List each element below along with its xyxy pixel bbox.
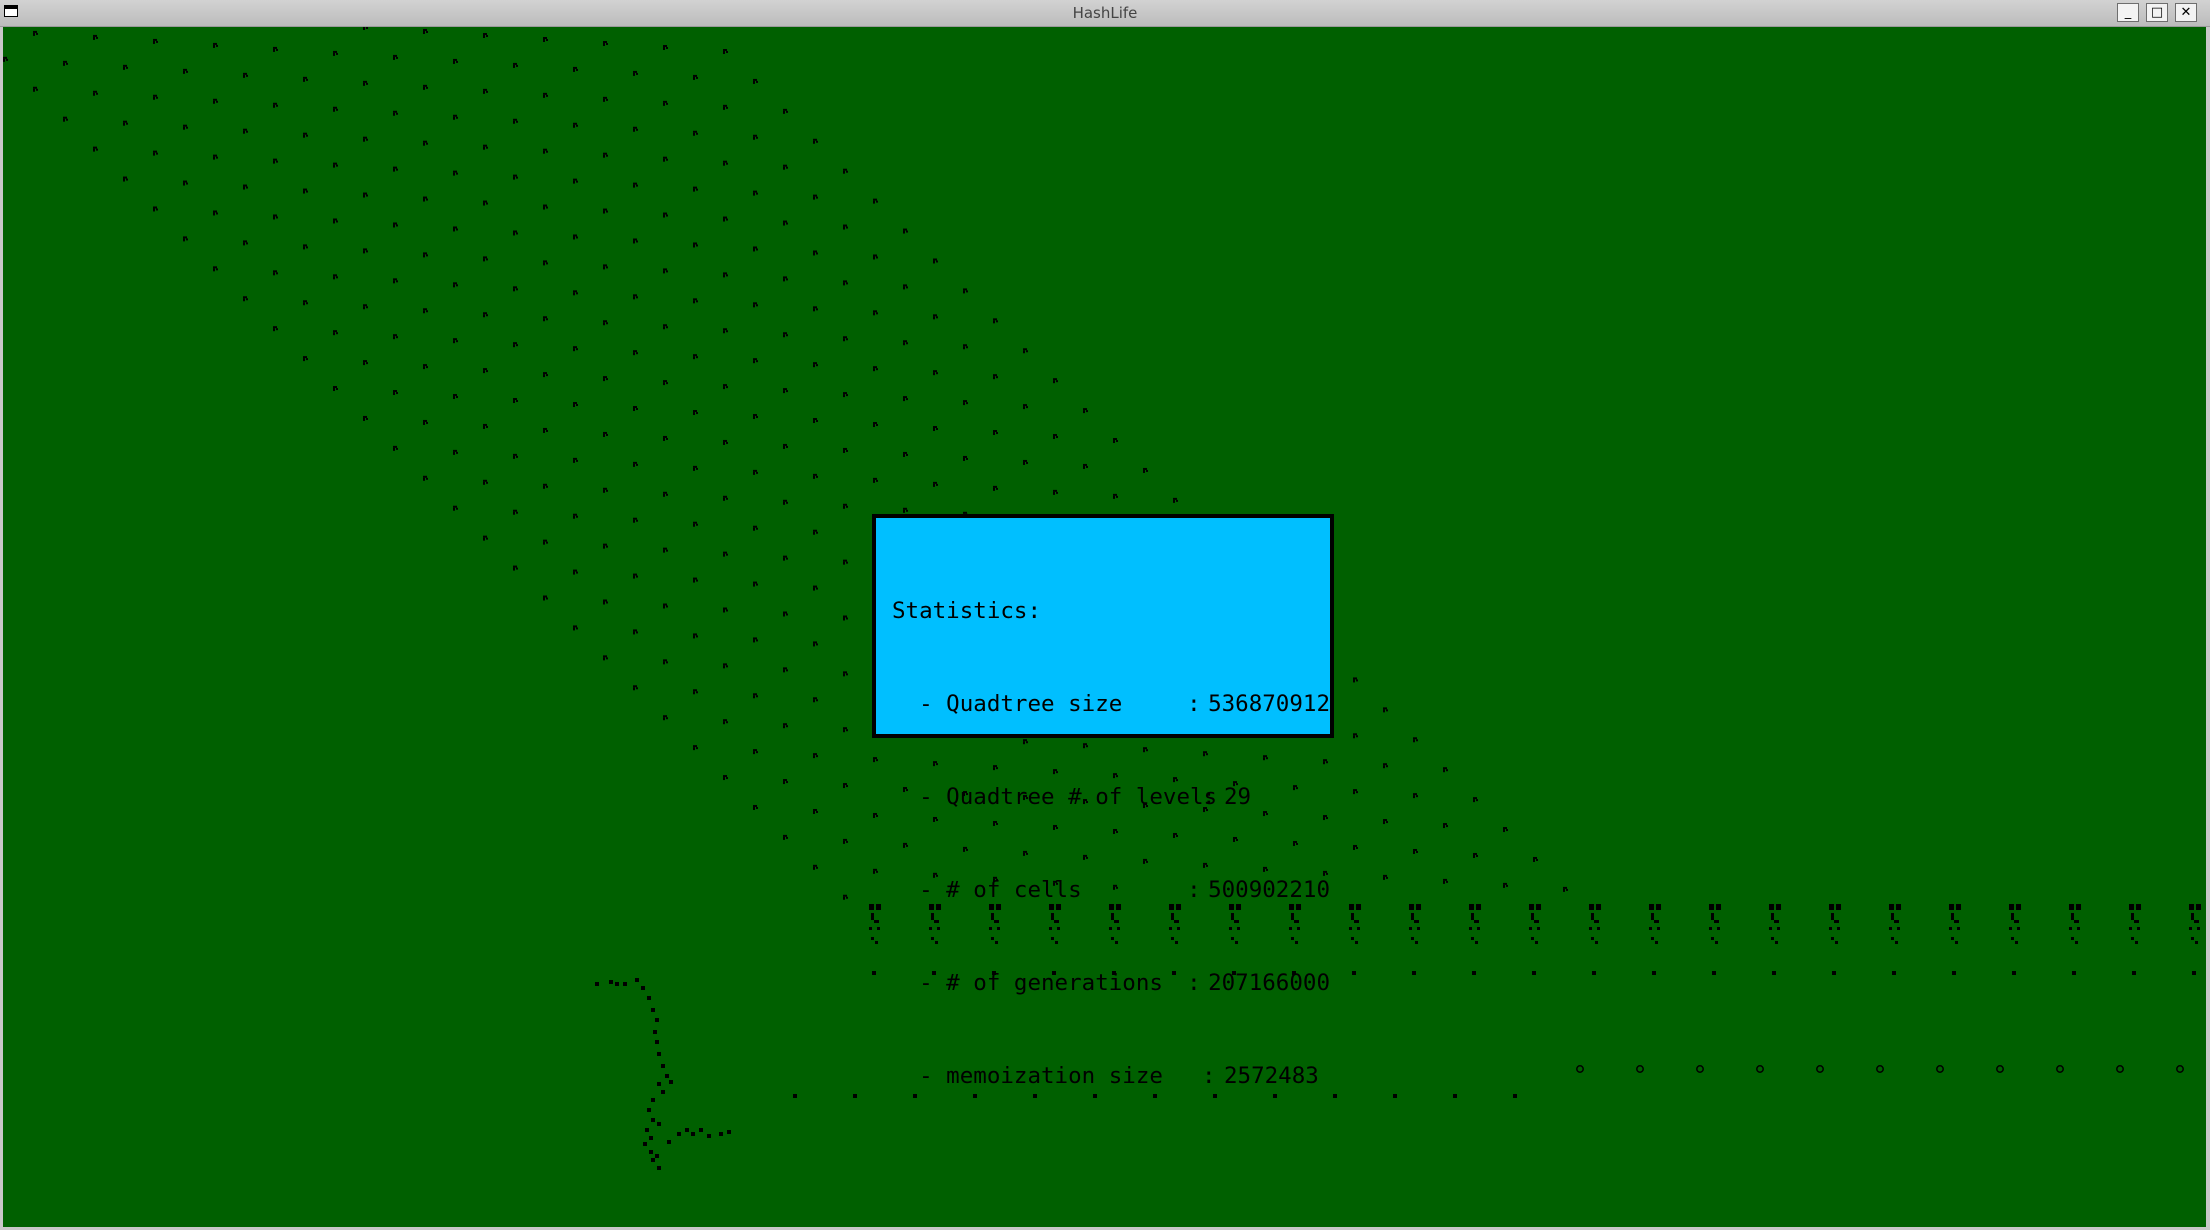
statistics-heading: Statistics: [892,598,1042,624]
stat-label: - # of generations [892,970,1163,996]
stat-row-quadtree-size: - Quadtree size:536870912 [892,689,1330,720]
stat-label: - Quadtree size [892,691,1123,717]
stat-label: - memoization size [892,1063,1163,1089]
minimize-button[interactable]: _ [2117,3,2139,22]
stat-label: - Quadtree # of levels [892,784,1218,810]
stat-label: - # of cells [892,877,1082,903]
maximize-button[interactable]: □ [2146,3,2168,22]
stat-row-generations: - # of generations:207166000 [892,968,1330,999]
statistics-panel: Statistics: - Quadtree size:536870912 - … [872,514,1334,1089]
window-title: HashLife [1072,4,1138,22]
stat-value: 500902210 [1208,877,1330,903]
stat-row-memoization: - memoization size:2572483 [892,1061,1330,1092]
stat-value: 2572483 [1224,1063,1319,1089]
stat-value: 207166000 [1208,970,1330,996]
stat-value: 536870912 [1208,691,1330,717]
title-bar[interactable]: HashLife _ □ ✕ [0,0,2210,27]
stat-value: 29 [1224,784,1252,810]
close-button[interactable]: ✕ [2175,3,2197,22]
stat-row-cells: - # of cells:500902210 [892,875,1330,906]
hashlife-window: HashLife _ □ ✕ Statistics: - Quadtree si… [0,0,2210,1230]
stat-row-quadtree-levels: - Quadtree # of levels:29 [892,782,1330,813]
